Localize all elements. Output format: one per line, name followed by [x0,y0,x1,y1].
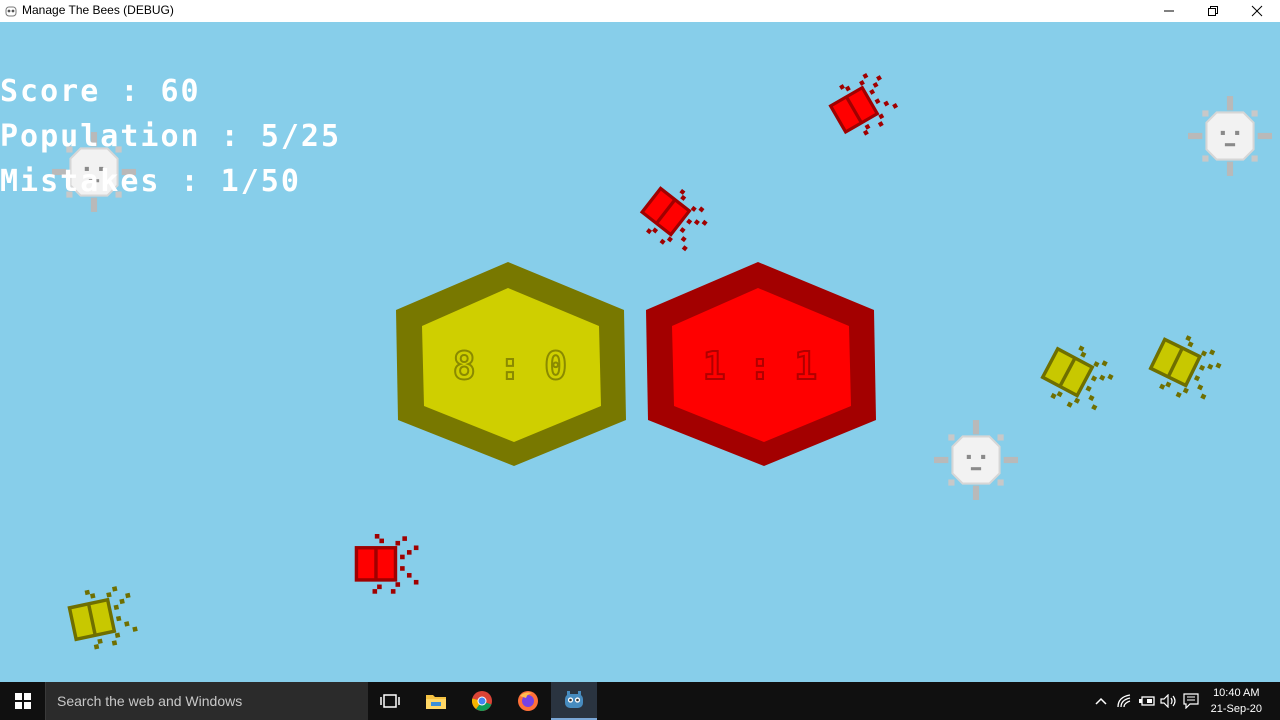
godot-icon [5,6,17,17]
clock-date: 21-Sep-20 [1210,703,1262,715]
sun-sprite[interactable] [1188,96,1272,176]
score-label: Score : 60 [0,74,201,109]
red-bee[interactable] [626,173,717,262]
windows-logo-icon [14,693,31,709]
start-button[interactable] [0,682,45,720]
population-label: Population : 5/25 [0,119,342,154]
task-view-icon [380,694,400,708]
show-hidden-icons-button[interactable] [1092,682,1110,720]
close-icon [1251,5,1263,17]
battery-icon [1139,696,1155,706]
yellow-hive-count: 8 : 0 [452,343,568,389]
volume-icon [1160,694,1176,708]
volume-tray-button[interactable] [1158,682,1180,720]
yellow-bee[interactable] [1134,322,1229,411]
game-viewport[interactable]: Score : 60 Population : 5/25 Mistakes : … [0,22,1280,682]
wifi-icon [1117,694,1131,708]
chevron-up-icon [1095,697,1107,705]
mistakes-label: Mistakes : 1/50 [0,164,301,199]
sun-sprite[interactable] [934,420,1018,500]
red-bee[interactable] [346,534,422,596]
windows-taskbar: Search the web and Windows 10:40 AM 21-S… [0,682,1280,720]
task-view-button[interactable] [367,682,413,720]
chrome-button[interactable] [459,682,505,720]
godot-icon [565,691,583,708]
battery-tray-button[interactable] [1136,682,1158,720]
minimize-button[interactable] [1148,0,1190,22]
file-explorer-icon [426,695,446,709]
search-box[interactable]: Search the web and Windows [45,682,368,720]
red-hive-count: 1 : 1 [702,343,818,389]
firefox-button[interactable] [505,682,551,720]
yellow-bee[interactable] [56,580,143,657]
action-center-button[interactable] [1180,682,1202,720]
taskbar-clock[interactable]: 10:40 AM 21-Sep-20 [1211,685,1262,717]
firefox-icon [518,691,538,711]
clock-time: 10:40 AM [1213,687,1260,699]
window-titlebar: Manage The Bees (DEBUG) [0,0,1280,23]
file-explorer-button[interactable] [413,682,459,720]
restore-icon [1208,6,1218,16]
search-placeholder: Search the web and Windows [57,693,243,709]
notification-icon [1183,693,1199,709]
yellow-bee[interactable] [1026,332,1122,422]
godot-taskbar-button[interactable] [551,682,597,720]
network-tray-button[interactable] [1114,682,1136,720]
restore-button[interactable] [1192,0,1234,22]
close-button[interactable] [1236,0,1278,22]
window-title: Manage The Bees (DEBUG) [22,3,174,17]
chrome-icon [471,691,492,711]
red-bee[interactable] [816,64,906,149]
minimize-icon [1164,10,1174,12]
